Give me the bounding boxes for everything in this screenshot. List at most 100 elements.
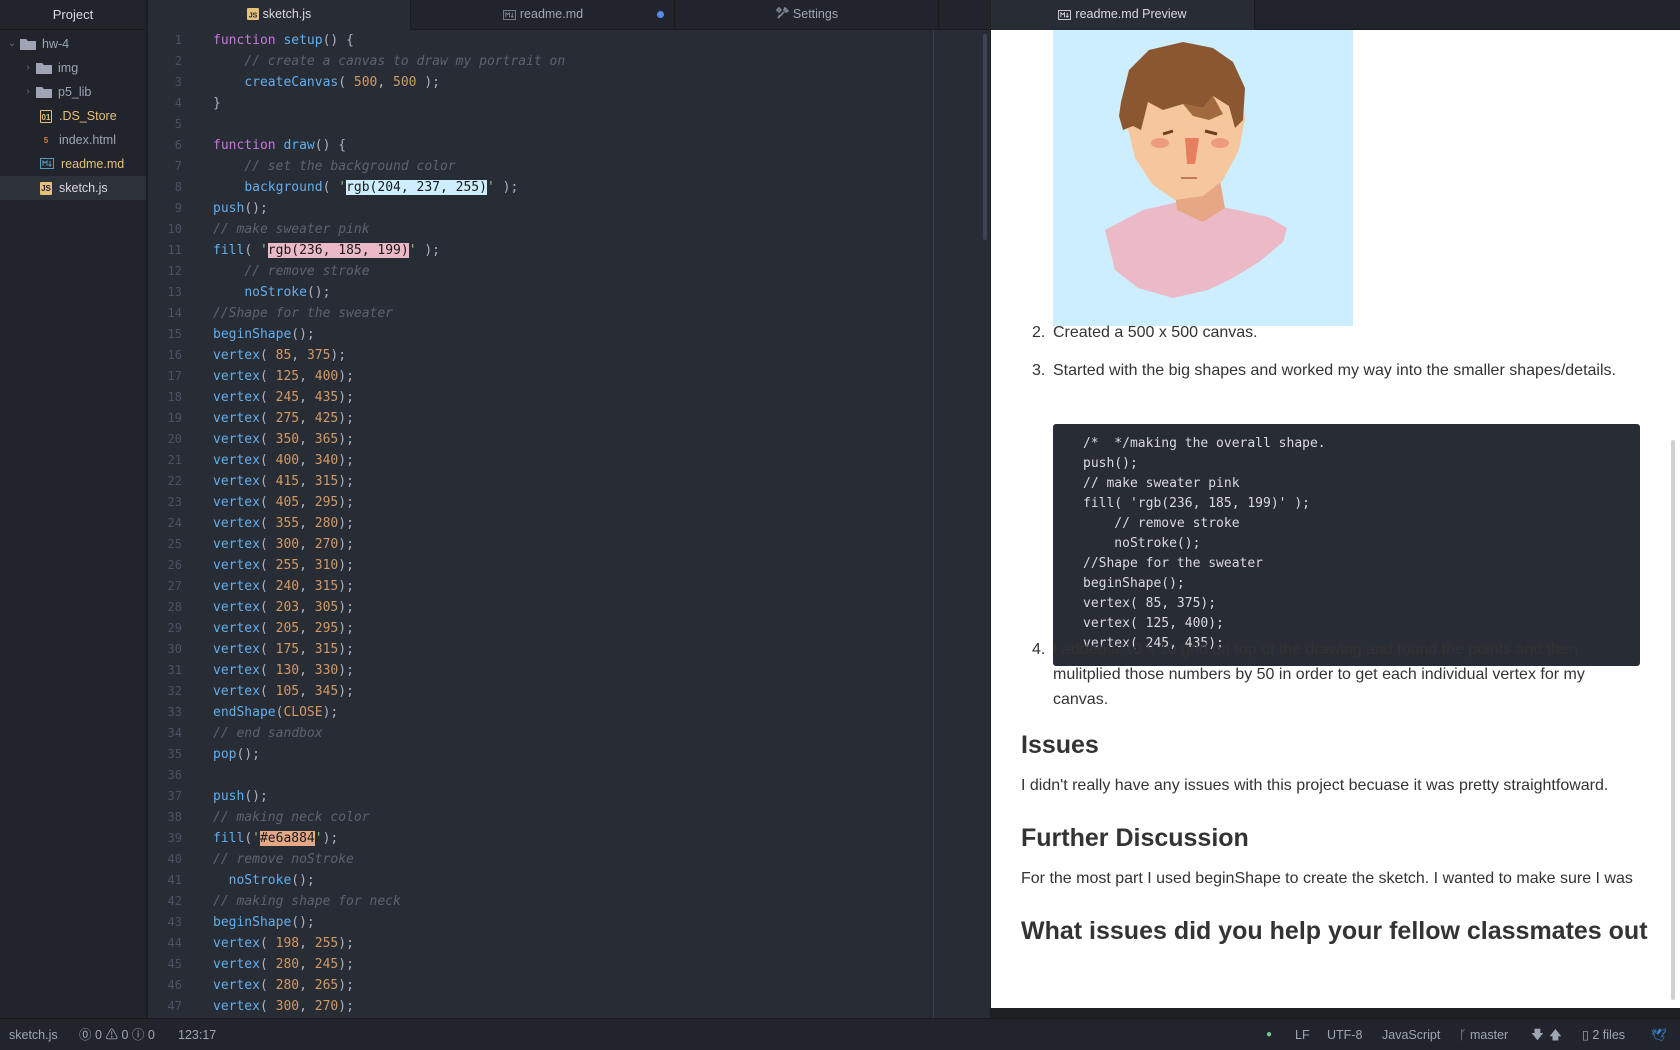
code-line[interactable]: vertex( 203, 305);: [213, 597, 990, 618]
project-panel-title[interactable]: Project: [0, 0, 146, 30]
color-swatch-token: rgb(204, 237, 255): [346, 180, 487, 195]
line-number: 2: [174, 54, 182, 68]
code-token: // making shape for neck: [213, 894, 401, 909]
tree-item-img[interactable]: › img: [0, 56, 146, 80]
code-line[interactable]: // make sweater pink: [213, 219, 990, 240]
code-token: (: [244, 831, 253, 846]
bird-icon[interactable]: 🕊: [1651, 1019, 1667, 1050]
code-line[interactable]: vertex( 280, 265);: [213, 975, 990, 996]
line-ending-selector[interactable]: LF: [1295, 1019, 1310, 1050]
code-line[interactable]: vertex( 205, 295);: [213, 618, 990, 639]
code-token: );: [338, 978, 354, 993]
code-line[interactable]: createCanvas( 500, 500 );: [213, 72, 990, 93]
editor-scrollbar[interactable]: [983, 34, 987, 240]
code-token: );: [338, 516, 354, 531]
code-line[interactable]: vertex( 415, 315);: [213, 471, 990, 492]
code-line[interactable]: [213, 765, 990, 786]
code-line[interactable]: //Shape for the sweater: [213, 303, 990, 324]
code-line[interactable]: // set the background color: [213, 156, 990, 177]
code-lines[interactable]: function setup() { // create a canvas to…: [213, 30, 990, 1018]
git-push-icon[interactable]: 🡅: [1549, 1019, 1562, 1050]
github-files[interactable]: ▯ 2 files: [1582, 1019, 1625, 1050]
code-token: ,: [299, 684, 315, 699]
code-token: () {: [322, 33, 354, 48]
code-line[interactable]: fill( 'rgb(236, 185, 199)' );: [213, 240, 990, 261]
markdown-preview[interactable]: 2. Created a 500 x 500 canvas. 3. Starte…: [991, 30, 1680, 1008]
error-icon: ⓪: [79, 1028, 92, 1042]
encoding-selector[interactable]: UTF-8: [1327, 1019, 1362, 1050]
code-line[interactable]: vertex( 130, 330);: [213, 660, 990, 681]
line-number: 44: [167, 936, 182, 950]
code-line[interactable]: vertex( 125, 400);: [213, 366, 990, 387]
code-line[interactable]: vertex( 355, 280);: [213, 513, 990, 534]
git-branch[interactable]: ᚴ master: [1459, 1019, 1508, 1050]
info-icon: ⓘ: [131, 1028, 145, 1042]
tab-readme-preview[interactable]: readme.md Preview: [991, 0, 1255, 30]
code-line[interactable]: // remove stroke: [213, 261, 990, 282]
code-editor[interactable]: 1 2 3 4 5 6 7 8 9 10 11 12 13 14 15 16 17 18 19 20 21 22 23 24 2…: [148, 30, 990, 1018]
code-line[interactable]: push();: [213, 786, 990, 807]
code-line[interactable]: vertex( 255, 310);: [213, 555, 990, 576]
code-token: // make sweater pink: [213, 222, 370, 237]
code-line[interactable]: beginShape();: [213, 912, 990, 933]
linter-status[interactable]: ⓪ 0 ⚠ 0 ⓘ 0: [79, 1019, 155, 1050]
code-line[interactable]: vertex( 198, 255);: [213, 933, 990, 954]
code-line[interactable]: vertex( 240, 315);: [213, 576, 990, 597]
code-line[interactable]: noStroke();: [213, 282, 990, 303]
code-line[interactable]: vertex( 175, 315);: [213, 639, 990, 660]
code-line[interactable]: vertex( 275, 425);: [213, 408, 990, 429]
git-fetch-pull-icon[interactable]: 🡇: [1531, 1019, 1544, 1050]
tree-item-ds-store[interactable]: 01 .DS_Store: [0, 104, 146, 128]
code-token: // set the background color: [244, 159, 456, 174]
line-number: 13: [167, 285, 182, 299]
code-line[interactable]: // remove noStroke: [213, 849, 990, 870]
code-line[interactable]: function draw() {: [213, 135, 990, 156]
code-line[interactable]: function setup() {: [213, 30, 990, 51]
tree-item-hw-4[interactable]: ⌄ hw-4: [0, 32, 146, 56]
code-token: ();: [291, 915, 315, 930]
code-line[interactable]: beginShape();: [213, 324, 990, 345]
line-number: 39: [167, 831, 182, 845]
code-line[interactable]: vertex( 300, 270);: [213, 534, 990, 555]
tree-item-p5-lib[interactable]: › p5_lib: [0, 80, 146, 104]
code-line[interactable]: fill('#e6a884');: [213, 828, 990, 849]
tab-readme-md[interactable]: readme.md: [412, 0, 675, 30]
code-token: ,: [299, 411, 315, 426]
line-number: 35: [167, 747, 182, 761]
code-line[interactable]: vertex( 105, 345);: [213, 681, 990, 702]
code-line[interactable]: noStroke();: [213, 870, 990, 891]
grammar-selector[interactable]: JavaScript: [1382, 1019, 1440, 1050]
code-line[interactable]: vertex( 300, 270);: [213, 996, 990, 1017]
code-line[interactable]: vertex( 405, 295);: [213, 492, 990, 513]
code-line[interactable]: endShape(CLOSE);: [213, 702, 990, 723]
tree-item-readme-md[interactable]: readme.md: [0, 152, 146, 176]
code-line[interactable]: // making shape for neck: [213, 891, 990, 912]
code-line[interactable]: push();: [213, 198, 990, 219]
code-line[interactable]: vertex( 350, 365);: [213, 429, 990, 450]
code-line[interactable]: vertex( 400, 340);: [213, 450, 990, 471]
code-line[interactable]: vertex( 85, 375);: [213, 345, 990, 366]
tree-item-sketch-js[interactable]: JS sketch.js: [0, 176, 146, 200]
code-line[interactable]: // create a canvas to draw my portrait o…: [213, 51, 990, 72]
tree-item-label: img: [58, 61, 79, 75]
code-line[interactable]: [213, 114, 990, 135]
code-token: 270: [314, 999, 339, 1014]
code-line[interactable]: // end sandbox: [213, 723, 990, 744]
tree-item-index-html[interactable]: 5 index.html: [0, 128, 146, 152]
code-line[interactable]: background( 'rgb(204, 237, 255)' );: [213, 177, 990, 198]
code-line[interactable]: pop();: [213, 744, 990, 765]
status-file-path[interactable]: sketch.js: [9, 1019, 58, 1050]
code-line[interactable]: }: [213, 93, 990, 114]
tab-sketch-js[interactable]: JS sketch.js: [148, 0, 411, 30]
git-branch-label: master: [1470, 1028, 1509, 1042]
cursor-position[interactable]: 123:17: [178, 1019, 216, 1050]
code-line[interactable]: vertex( 280, 245);: [213, 954, 990, 975]
preview-scrollbar[interactable]: [1671, 440, 1675, 1000]
wrap-guide: [933, 30, 934, 1018]
code-line[interactable]: vertex( 245, 435);: [213, 387, 990, 408]
code-line[interactable]: // making neck color: [213, 807, 990, 828]
tab-settings[interactable]: Settings: [676, 0, 939, 30]
code-token: );: [338, 537, 354, 552]
markdown-file-icon: [503, 2, 516, 31]
